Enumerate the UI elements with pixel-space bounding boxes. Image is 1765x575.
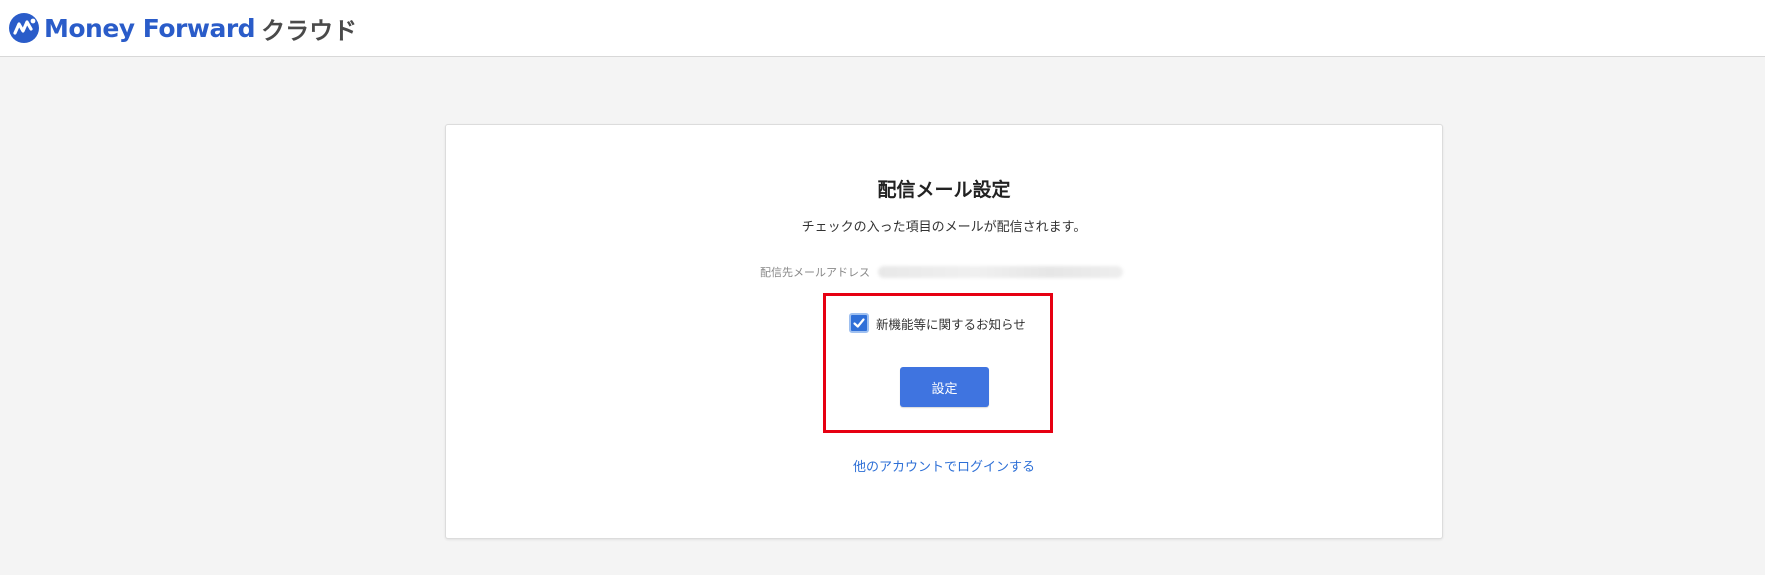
mail-settings-card: 配信メール設定 チェックの入った項目のメールが配信されます。 配信先メールアドレ… (445, 124, 1443, 539)
page-title: 配信メール設定 (877, 179, 1011, 201)
email-value-blurred (878, 266, 1123, 278)
login-other-account-link[interactable]: 他のアカウントでログインする (446, 456, 1442, 475)
brand-logo[interactable]: Money Forward クラウド (8, 10, 357, 46)
option-new-features[interactable]: 新機能等に関するお知らせ (849, 313, 1026, 333)
brand-suffix: クラウド (261, 16, 358, 45)
money-forward-logo-icon (9, 13, 39, 43)
app-header: Money Forward クラウド (0, 0, 1765, 57)
new-features-checkbox[interactable] (849, 313, 869, 333)
brand-name: Money Forward (44, 13, 256, 43)
new-features-label: 新機能等に関するお知らせ (876, 316, 1026, 332)
email-row: 配信先メールアドレス (760, 264, 1123, 280)
page-description: チェックの入った項目のメールが配信されます。 (801, 220, 1087, 235)
email-label: 配信先メールアドレス (760, 266, 870, 279)
checkmark-icon (853, 318, 865, 328)
save-settings-button[interactable]: 設定 (900, 367, 989, 407)
